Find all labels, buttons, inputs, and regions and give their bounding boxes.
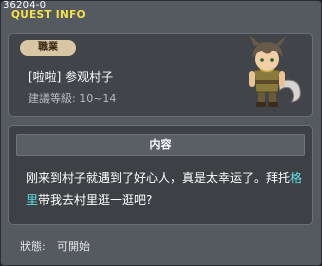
quest-name: [啦啦] 参观村子 <box>28 70 114 84</box>
status-value: 可開始 <box>57 240 90 253</box>
window-title: QUEST INFO <box>11 9 86 21</box>
recommended-level: 建議等級: 10~14 <box>28 90 116 106</box>
description-part1: 刚来到村子就遇到了好心人，真是太幸运了。拜托 <box>26 171 291 185</box>
description-part2: 带我去村里逛一逛吧? <box>38 193 153 207</box>
status-label: 狀態: <box>20 240 46 253</box>
level-range: 10~14 <box>79 92 117 105</box>
quest-description: 刚来到村子就遇到了好心人，真是太幸运了。拜托格里带我去村里逛一逛吧? <box>26 167 306 211</box>
npc-portrait <box>249 36 301 107</box>
job-badge: 職業 <box>20 40 76 56</box>
level-label: 建議等級: <box>28 92 76 105</box>
content-header: 内容 <box>16 134 305 156</box>
